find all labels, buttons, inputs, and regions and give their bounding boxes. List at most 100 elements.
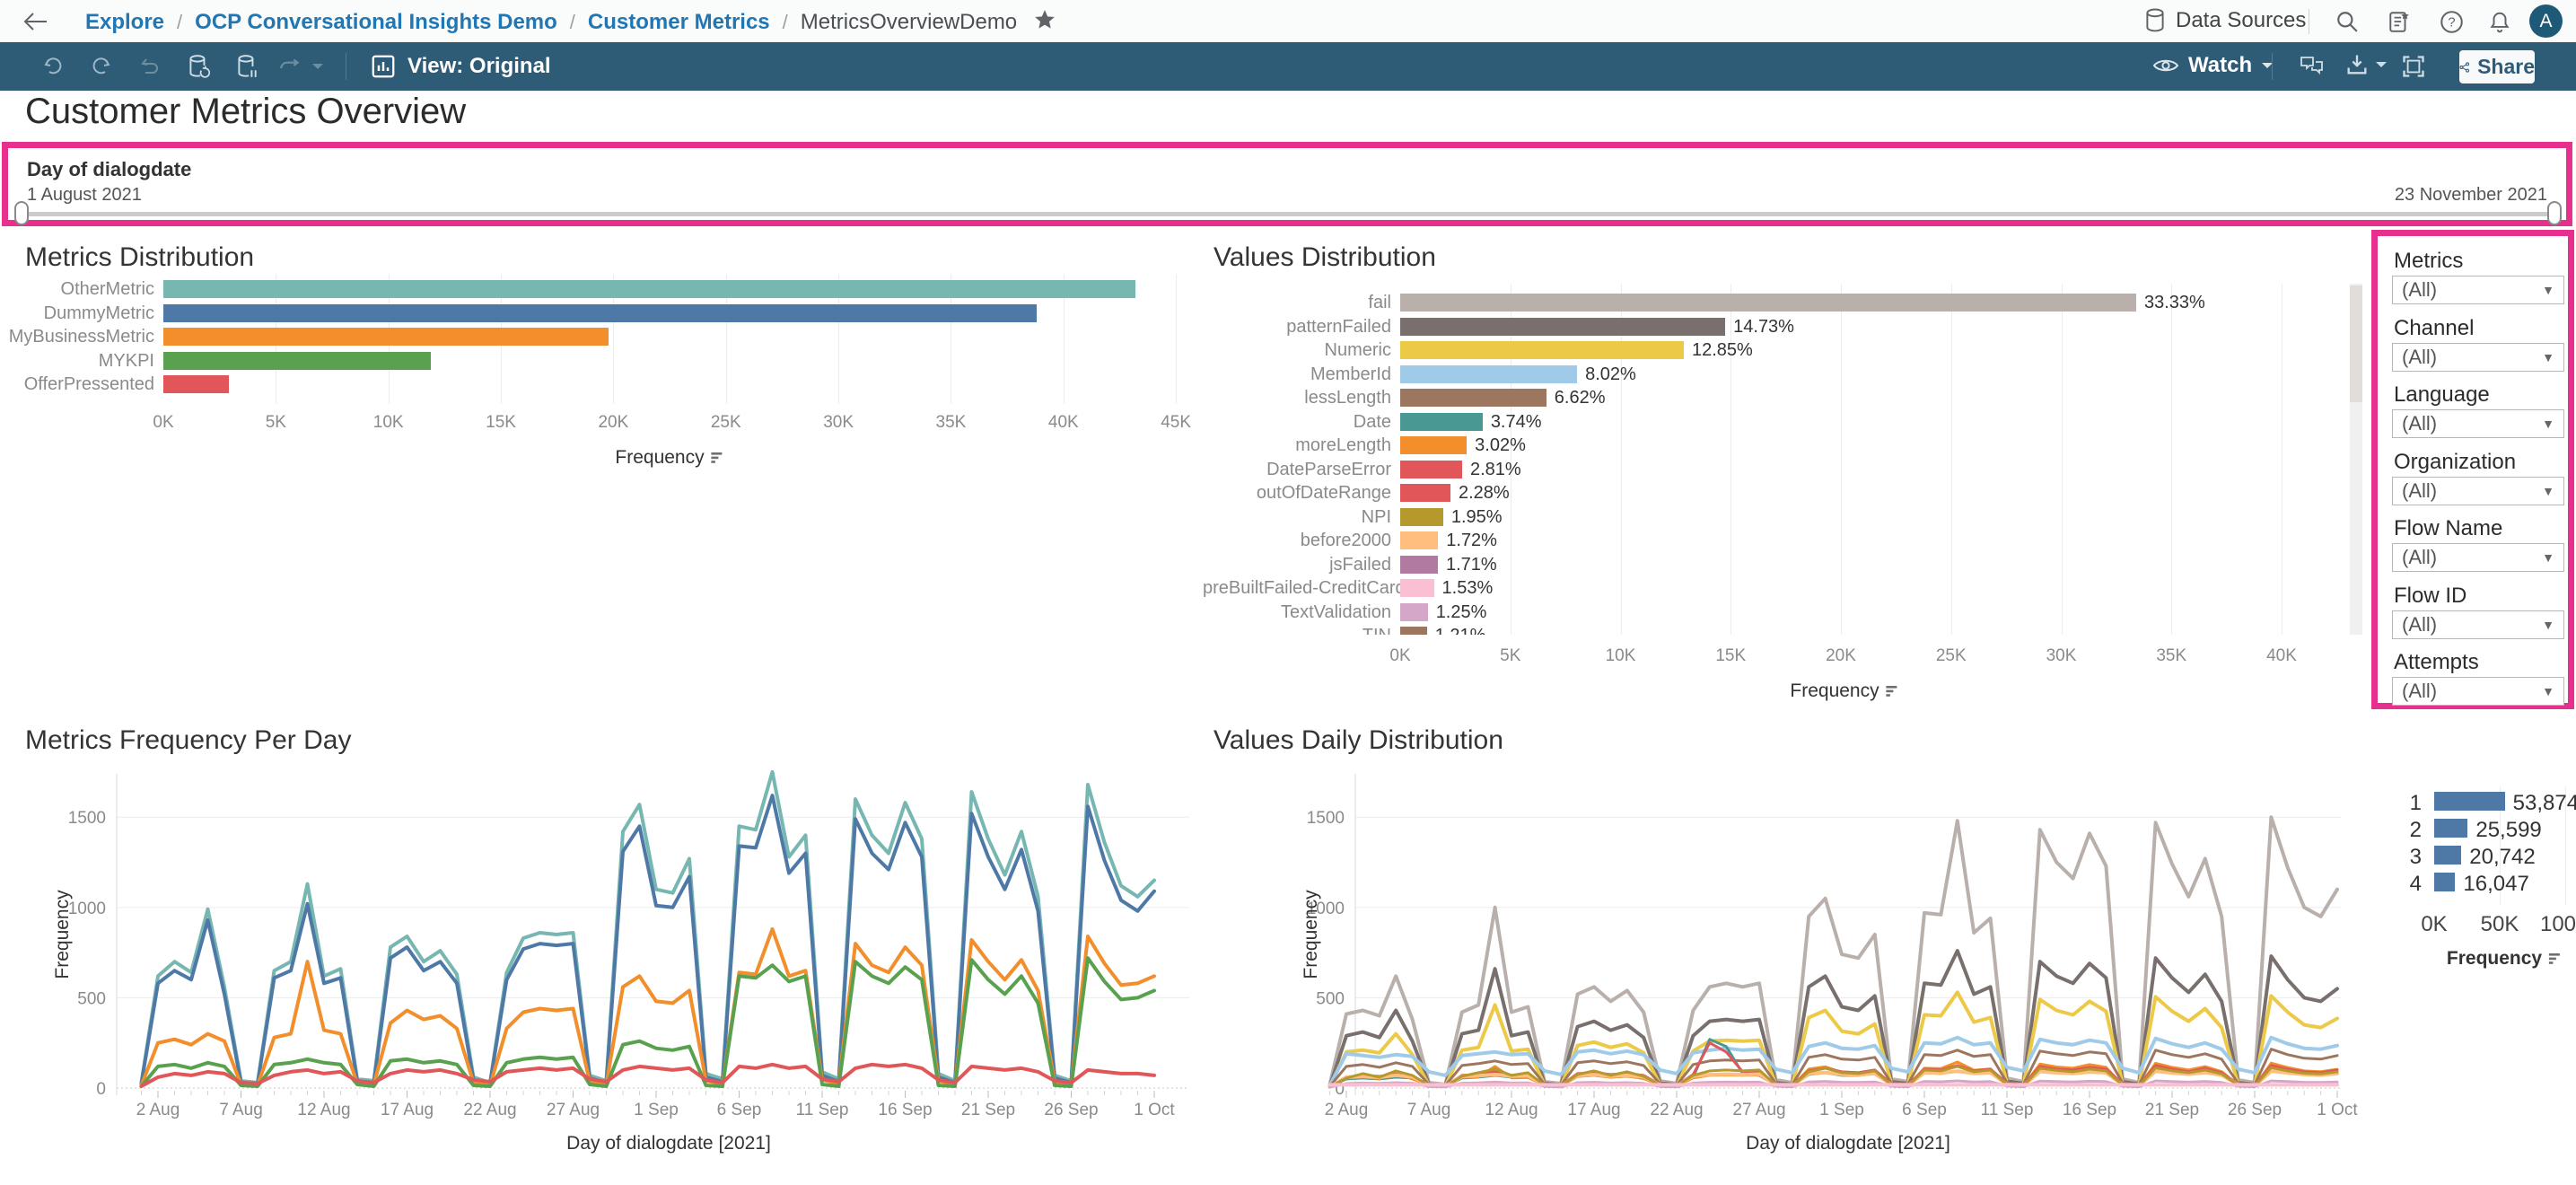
chevron-down-icon: ▼ [2542, 417, 2554, 431]
bar-category-label: OfferPressented [0, 374, 154, 395]
breadcrumb-separator: / [177, 11, 182, 34]
x-axis-tick: 25K [1920, 646, 1983, 666]
bar-value-label: 1.95% [1451, 507, 1503, 528]
date-range-slider-track[interactable] [22, 212, 2554, 216]
favorite-star-icon[interactable] [1033, 8, 1056, 36]
breadcrumb-explore[interactable]: Explore [85, 10, 164, 35]
view-toolbar: View: Original Watch Share [0, 42, 2576, 91]
run-flow-icon[interactable] [275, 52, 305, 81]
bar-preBuiltFailed-CreditCard [1400, 579, 1434, 597]
breadcrumb-workbook[interactable]: Customer Metrics [588, 10, 770, 35]
svg-text:26 Sep: 26 Sep [2228, 1101, 2282, 1119]
filter-label-flow-id: Flow ID [2394, 584, 2466, 609]
download-icon [2344, 52, 2370, 77]
bar-value-label: 25,599 [2475, 818, 2541, 843]
values-scrollbar-thumb[interactable] [2350, 285, 2362, 402]
x-axis-tick: 20K [1809, 646, 1872, 666]
view-original-button[interactable]: View: Original [370, 53, 551, 80]
chevron-down-icon: ▼ [2542, 550, 2554, 565]
filter-label-metrics: Metrics [2394, 249, 2463, 274]
bar-category-label: preBuiltFailed-CreditCard [1203, 578, 1391, 599]
filter-dropdown-attempts[interactable]: (All)▼ [2392, 677, 2564, 706]
sort-icon[interactable] [1885, 685, 1899, 698]
help-icon[interactable]: ? [2436, 6, 2466, 37]
toolbar-divider [2272, 53, 2273, 80]
svg-text:?: ? [2448, 15, 2455, 30]
redo-icon[interactable] [86, 52, 117, 81]
filter-dropdown-channel[interactable]: (All)▼ [2392, 343, 2564, 372]
refresh-data-icon[interactable] [183, 52, 214, 81]
svg-text:500: 500 [1316, 989, 1345, 1008]
filter-dropdown-metrics[interactable]: (All)▼ [2392, 276, 2564, 304]
filter-label-language: Language [2394, 382, 2490, 408]
notifications-bell-icon[interactable] [2484, 6, 2515, 37]
chevron-down-icon [2375, 60, 2388, 69]
share-button[interactable]: Share [2459, 50, 2535, 83]
filter-label-flow-name: Flow Name [2394, 516, 2502, 541]
breadcrumb: Explore / OCP Conversational Insights De… [85, 8, 1056, 36]
x-axis-tick: 50K [2468, 912, 2531, 937]
run-flow-caret-icon[interactable] [309, 52, 327, 81]
breadcrumb-project[interactable]: OCP Conversational Insights Demo [195, 10, 557, 35]
bar-TIN [1400, 627, 1427, 635]
bar-1 [2434, 792, 2505, 811]
bar-category-label: DateParseError [1203, 460, 1391, 480]
filter-label-channel: Channel [2394, 316, 2474, 341]
date-filter-end: 23 November 2021 [2395, 185, 2547, 206]
x-axis-tick: 40K [1032, 413, 1095, 433]
sort-icon[interactable] [2547, 952, 2562, 965]
bar-category-label: OtherMetric [0, 279, 154, 300]
date-range-slider-handle-right[interactable] [2547, 201, 2562, 225]
bar-2 [2434, 819, 2467, 838]
x-axis-tick: 45K [1144, 413, 1207, 433]
filter-dropdown-flow-id[interactable]: (All)▼ [2392, 610, 2564, 639]
svg-text:7 Aug: 7 Aug [1407, 1101, 1451, 1119]
undo-icon[interactable] [38, 52, 68, 81]
svg-text:12 Aug: 12 Aug [297, 1101, 350, 1119]
bar-MemberId [1400, 365, 1577, 383]
download-button[interactable] [2344, 52, 2388, 77]
svg-text:11 Sep: 11 Sep [1981, 1101, 2034, 1119]
comments-icon[interactable] [2296, 52, 2326, 81]
fullscreen-icon[interactable] [2398, 52, 2429, 81]
search-icon[interactable] [2332, 6, 2362, 37]
gridline [1951, 284, 1952, 635]
sort-icon[interactable] [710, 452, 724, 464]
x-axis-tick: 0K [1369, 646, 1432, 666]
data-sources-link[interactable]: Data Sources [2143, 8, 2306, 33]
filter-dropdown-language[interactable]: (All)▼ [2392, 409, 2564, 438]
svg-text:2 Aug: 2 Aug [1325, 1101, 1369, 1119]
bar-category-label: patternFailed [1203, 317, 1391, 338]
svg-text:1 Oct: 1 Oct [1134, 1101, 1175, 1119]
bar-value-label: 16,047 [2463, 872, 2528, 897]
bar-category-label: 3 [2370, 845, 2422, 870]
svg-text:16 Sep: 16 Sep [2063, 1101, 2116, 1119]
values-daily-line-chart: 0500100015002 Aug7 Aug12 Aug17 Aug22 Aug… [1203, 709, 2370, 1185]
x-axis-tick: 25K [695, 413, 758, 433]
filter-dropdown-organization[interactable]: (All)▼ [2392, 477, 2564, 505]
bar-4 [2434, 873, 2455, 891]
date-range-slider-handle-left[interactable] [14, 201, 29, 225]
svg-text:1 Oct: 1 Oct [2317, 1101, 2358, 1119]
back-arrow-icon[interactable] [20, 6, 50, 37]
x-axis-tick: 40K [2250, 646, 2313, 666]
filter-dropdown-flow-name[interactable]: (All)▼ [2392, 543, 2564, 572]
svg-text:0: 0 [96, 1080, 106, 1099]
svg-text:1 Sep: 1 Sep [634, 1101, 679, 1119]
bar-Numeric [1400, 341, 1684, 359]
bar-value-label: 33.33% [2144, 293, 2205, 313]
filter-label-organization: Organization [2394, 450, 2516, 475]
revert-icon[interactable] [135, 52, 165, 81]
favorites-list-icon[interactable] [2384, 6, 2414, 37]
breadcrumb-separator: / [570, 11, 575, 34]
bar-value-label: 8.02% [1585, 364, 1636, 385]
svg-text:1500: 1500 [1307, 809, 1345, 828]
svg-text:1500: 1500 [68, 809, 106, 828]
avatar[interactable]: A [2529, 4, 2563, 38]
bar-MyBusinessMetric [163, 328, 609, 346]
watch-button[interactable]: Watch [2152, 53, 2274, 78]
svg-text:22 Aug: 22 Aug [1650, 1101, 1703, 1119]
svg-text:500: 500 [77, 989, 106, 1008]
pause-updates-icon[interactable] [232, 52, 262, 81]
svg-text:27 Aug: 27 Aug [547, 1101, 600, 1119]
